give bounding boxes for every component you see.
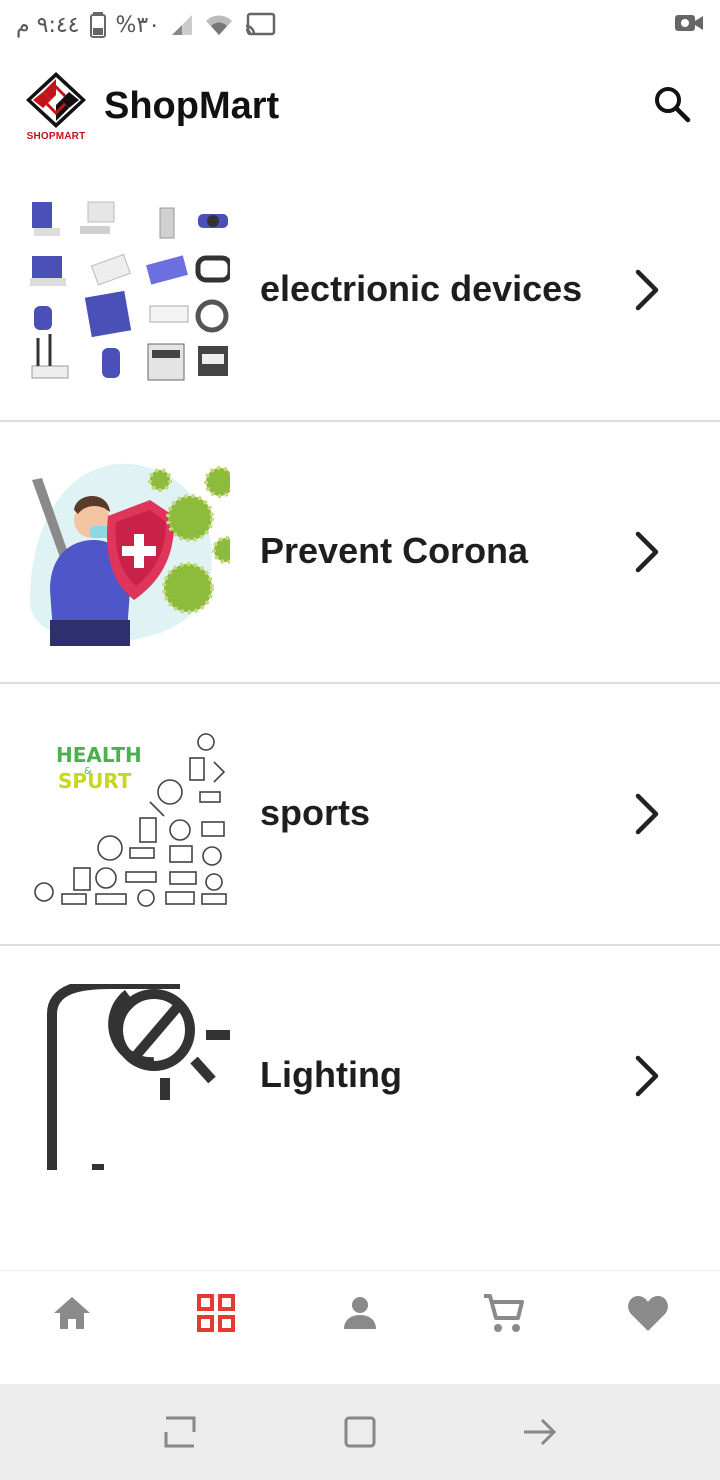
- lighting-image: [30, 984, 230, 1170]
- category-item-prevent-corona[interactable]: Prevent Corona: [0, 422, 720, 684]
- recent-apps-icon: [164, 1416, 196, 1448]
- chevron-right-icon: [630, 268, 666, 312]
- nav-categories[interactable]: [144, 1271, 288, 1355]
- category-item-lighting[interactable]: Lighting: [0, 946, 720, 1208]
- bottom-navigation: [0, 1270, 720, 1384]
- back-arrow-icon: [524, 1418, 557, 1446]
- grid-icon: [197, 1294, 235, 1332]
- system-navigation-bar: [0, 1384, 720, 1480]
- status-bar: ٩:٤٤ م %٣٠: [0, 0, 720, 50]
- nav-home[interactable]: [0, 1271, 144, 1355]
- recent-apps-button[interactable]: [150, 1402, 210, 1462]
- app-title: ShopMart: [104, 84, 280, 127]
- status-left-group: ٩:٤٤ م %٣٠: [16, 12, 276, 38]
- category-item-sports[interactable]: HEALTH & SPURT sports: [0, 684, 720, 946]
- logo-mark-icon: [26, 71, 86, 128]
- nav-cart[interactable]: [432, 1271, 576, 1355]
- signal-icon: [170, 13, 194, 37]
- shopmart-logo: SHOPMART: [24, 68, 88, 144]
- video-camera-icon: [674, 12, 704, 39]
- search-icon: [655, 87, 691, 123]
- wifi-icon: [204, 13, 234, 37]
- home-system-button[interactable]: [330, 1402, 390, 1462]
- status-right-group: [674, 12, 704, 39]
- battery-percent: %٣٠: [115, 12, 161, 38]
- chevron-right-icon: [630, 792, 666, 836]
- category-label: Prevent Corona: [260, 530, 529, 571]
- category-item-electronic-devices[interactable]: electrionic devices: [0, 160, 720, 422]
- app-bar: SHOPMART ShopMart: [0, 56, 720, 156]
- logo-text: SHOPMART: [26, 130, 86, 142]
- category-label: Lighting: [260, 1054, 402, 1095]
- cast-icon: [244, 12, 276, 38]
- person-icon: [344, 1297, 376, 1329]
- chevron-right-icon: [630, 530, 666, 574]
- prevent-corona-image: [30, 460, 230, 646]
- sport-text: SPURT: [58, 769, 132, 793]
- status-time: ٩:٤٤ م: [16, 12, 80, 38]
- back-button[interactable]: [510, 1402, 570, 1462]
- nav-favorites[interactable]: [576, 1271, 720, 1355]
- chevron-right-icon: [630, 1054, 666, 1098]
- health-text: HEALTH: [56, 743, 142, 767]
- category-label: sports: [260, 792, 371, 833]
- battery-icon: [89, 12, 106, 38]
- category-list: electrionic devices Prevent Corona HEALT…: [0, 160, 720, 1208]
- electronic-devices-image: [30, 198, 230, 384]
- square-home-icon: [344, 1416, 376, 1448]
- cart-icon: [484, 1294, 524, 1332]
- category-label: electrionic devices: [260, 268, 583, 309]
- heart-icon: [628, 1296, 668, 1331]
- home-icon: [54, 1297, 90, 1329]
- search-button[interactable]: [648, 80, 696, 128]
- nav-profile[interactable]: [288, 1271, 432, 1355]
- sports-image: HEALTH & SPURT: [30, 722, 230, 908]
